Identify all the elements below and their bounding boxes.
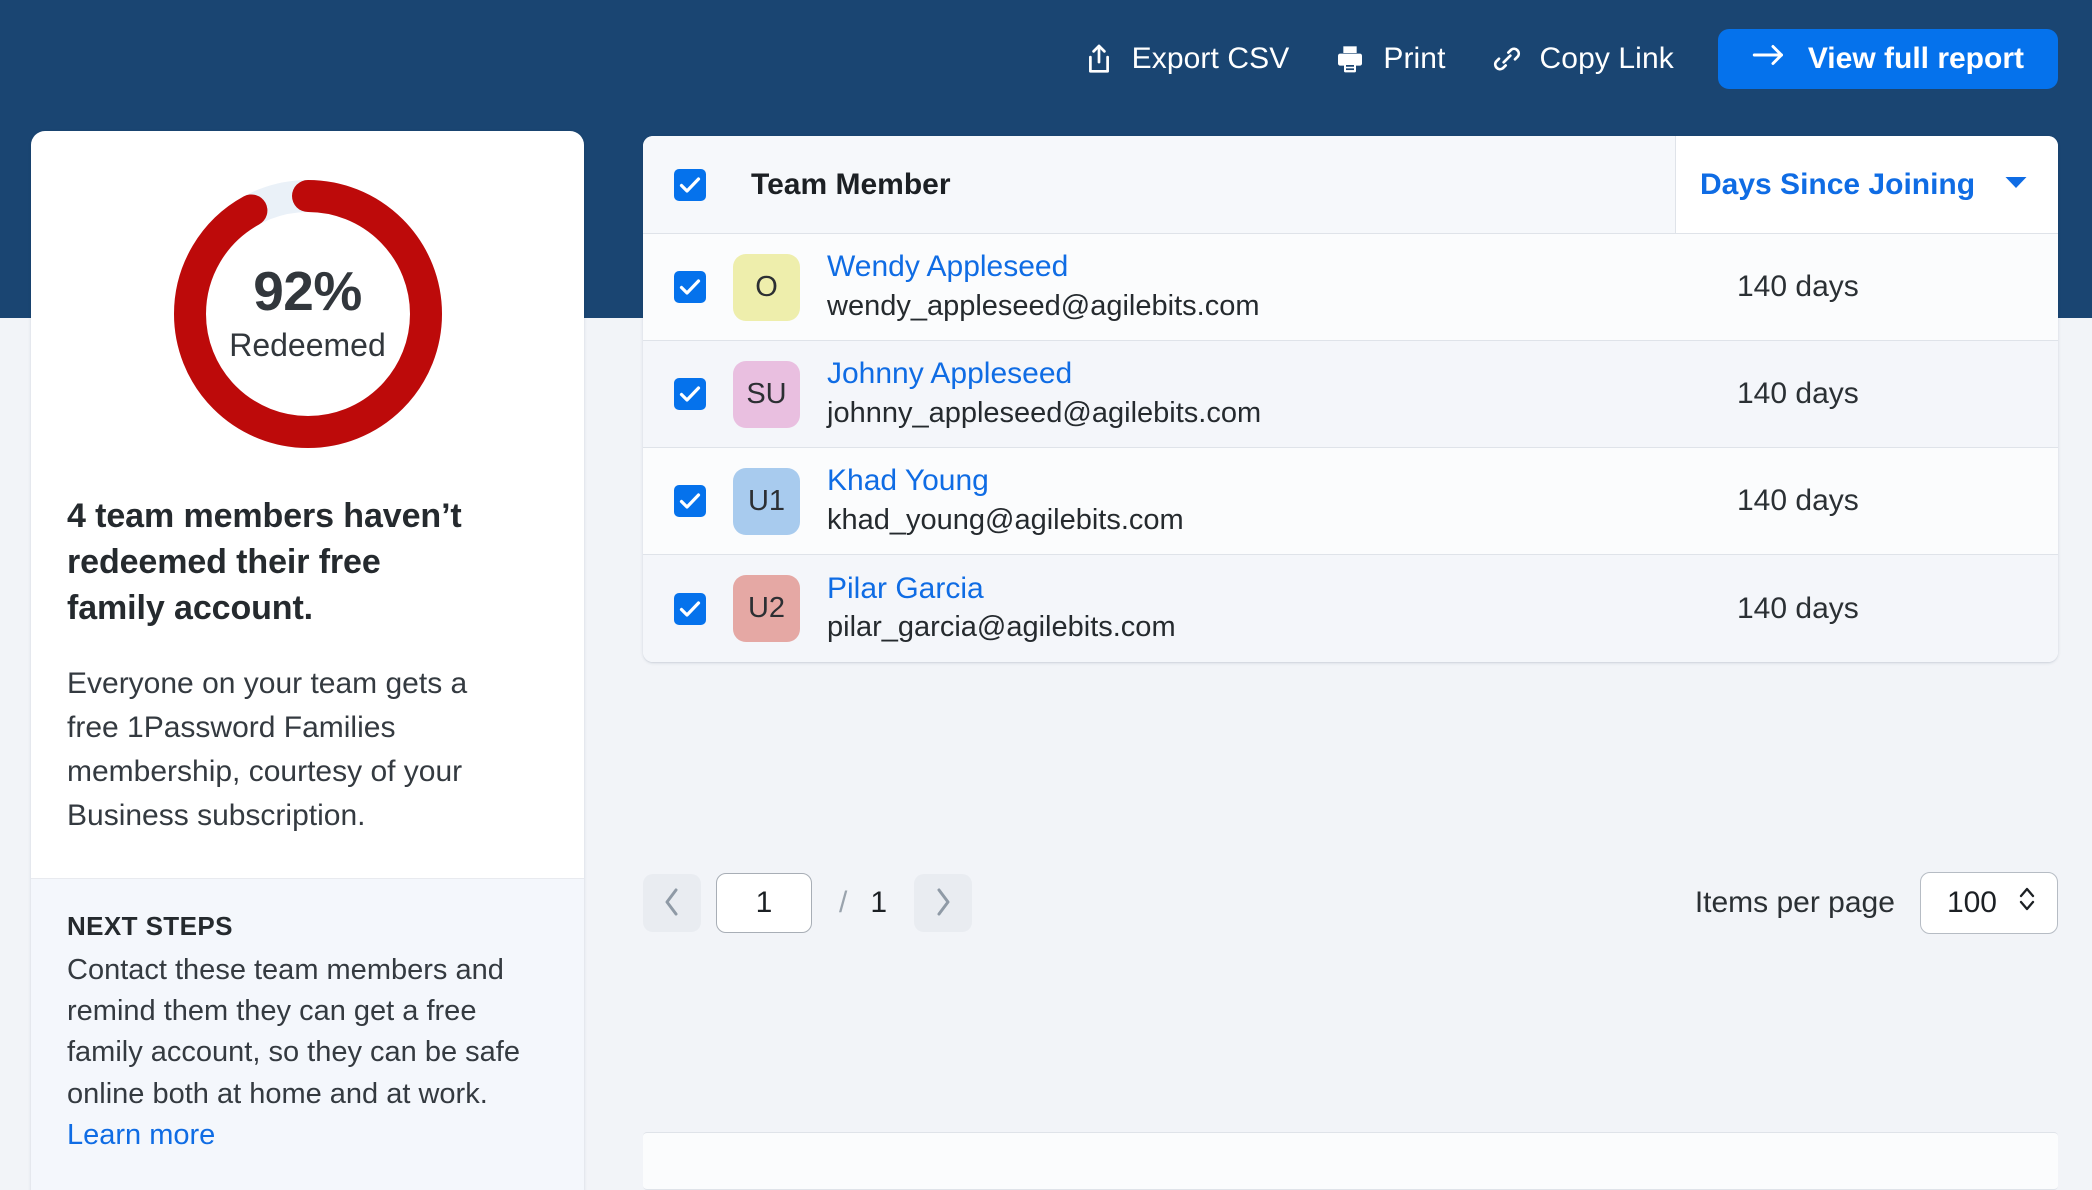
table-cell-member: U2 Pilar Garciapilar_garcia@agilebits.com (643, 555, 1676, 662)
table-header-days-label: Days Since Joining (1700, 168, 1975, 202)
member-info: Wendy Appleseed wendy_appleseed@agilebits… (827, 250, 1259, 323)
table-row: U2 Pilar Garciapilar_garcia@agilebits.com… (643, 555, 2058, 662)
select-all-checkbox[interactable] (674, 169, 706, 201)
donut-chart: 92% Redeemed (31, 131, 584, 469)
member-email: johnny_appleseed@agilebits.com (827, 396, 1261, 431)
table-header-member-cell: Team Member (643, 136, 1676, 233)
next-steps-text: Contact these team members and remind th… (67, 950, 548, 1156)
top-toolbar: Export CSV Print Copy Link (0, 0, 2092, 118)
export-csv-button[interactable]: Export CSV (1060, 32, 1312, 86)
total-pages-label: 1 (870, 886, 887, 920)
previous-page-button[interactable] (643, 874, 701, 932)
items-per-page-group: Items per page 100 (1695, 872, 2058, 934)
next-steps-section: NEXT STEPS Contact these team members an… (31, 878, 584, 1190)
table-body: O Wendy Appleseed wendy_appleseed@agilebit… (643, 234, 2058, 662)
table-header-member-label: Team Member (751, 168, 951, 202)
member-info: Pilar Garciapilar_garcia@agilebits.com (827, 572, 1176, 645)
table-cell-member: O Wendy Appleseed wendy_appleseed@agilebit… (643, 234, 1676, 340)
table-cell-days: 140 days (1676, 234, 2058, 340)
pagination-controls: / 1 (643, 873, 972, 933)
table-header-row: Team Member Days Since Joining (643, 136, 2058, 234)
team-members-table: Team Member Days Since Joining O Wendy Ap… (643, 136, 2058, 662)
avatar: O (733, 254, 800, 321)
avatar: U1 (733, 468, 800, 535)
link-icon (1490, 42, 1524, 76)
copy-link-label: Copy Link (1540, 42, 1674, 76)
table-cell-member: SU Johnny Appleseed johnny_appleseed@agile… (643, 341, 1676, 447)
member-email: khad_young@agilebits.com (827, 503, 1184, 538)
table-row: U1 Khad Young khad_young@agilebits.com 140 … (643, 448, 2058, 555)
summary-headline: 4 team members haven’t redeemed their fr… (67, 493, 487, 632)
next-page-button[interactable] (914, 874, 972, 932)
table-cell-days: 140 days (1676, 341, 2058, 447)
chevron-left-icon (662, 887, 682, 920)
donut-percent-label: Redeemed (229, 327, 386, 364)
member-name-link[interactable]: Pilar Garcia (827, 572, 1176, 607)
print-label: Print (1383, 42, 1445, 76)
member-info: Khad Young khad_young@agilebits.com (827, 464, 1184, 537)
chevron-up-down-icon (2017, 883, 2037, 923)
member-name-link[interactable]: Wendy Appleseed (827, 250, 1259, 285)
view-full-report-button[interactable]: View full report (1718, 29, 2058, 89)
member-email: pilar_garcia@agilebits.com (827, 610, 1176, 645)
arrow-right-icon (1752, 42, 1786, 76)
member-name-link[interactable]: Khad Young (827, 464, 1184, 499)
donut-percent-value: 92% (253, 264, 362, 319)
items-per-page-value: 100 (1947, 886, 1997, 920)
table-cell-member: U1 Khad Young khad_young@agilebits.com (643, 448, 1676, 554)
print-button[interactable]: Print (1311, 32, 1467, 86)
table-cell-days: 140 days (1676, 555, 2058, 662)
avatar: SU (733, 361, 800, 428)
view-full-report-label: View full report (1808, 42, 2024, 76)
redemption-summary-card: 92% Redeemed 4 team members haven’t rede… (31, 131, 584, 1190)
pagination-bar: / 1 Items per page 100 (643, 864, 2058, 942)
copy-link-button[interactable]: Copy Link (1468, 32, 1696, 86)
table-cell-days: 140 days (1676, 448, 2058, 554)
export-csv-label: Export CSV (1132, 42, 1290, 76)
row-checkbox[interactable] (674, 593, 706, 625)
chevron-right-icon (933, 887, 953, 920)
summary-text-block: 4 team members haven’t redeemed their fr… (31, 469, 584, 878)
member-email: wendy_appleseed@agilebits.com (827, 289, 1259, 324)
table-header-days-cell[interactable]: Days Since Joining (1676, 136, 2058, 233)
row-checkbox[interactable] (674, 271, 706, 303)
sort-chevron-down-icon[interactable] (2004, 175, 2028, 195)
learn-more-link[interactable]: Learn more (67, 1119, 215, 1151)
table-row: O Wendy Appleseed wendy_appleseed@agilebit… (643, 234, 2058, 341)
next-section-partial-card (643, 1132, 2058, 1190)
printer-icon (1333, 42, 1367, 76)
page-number-input[interactable] (716, 873, 812, 933)
summary-body: Everyone on your team gets a free 1Passw… (67, 662, 497, 838)
export-icon (1082, 42, 1116, 76)
pagination-separator: / (839, 886, 847, 920)
next-steps-body: Contact these team members and remind th… (67, 954, 520, 1110)
next-steps-title: NEXT STEPS (67, 911, 548, 942)
items-per-page-label: Items per page (1695, 886, 1895, 920)
avatar: U2 (733, 575, 800, 642)
row-checkbox[interactable] (674, 485, 706, 517)
member-info: Johnny Appleseed johnny_appleseed@agilebi… (827, 357, 1261, 430)
items-per-page-select[interactable]: 100 (1920, 872, 2058, 934)
member-name-link[interactable]: Johnny Appleseed (827, 357, 1261, 392)
table-row: SU Johnny Appleseed johnny_appleseed@agile… (643, 341, 2058, 448)
row-checkbox[interactable] (674, 378, 706, 410)
